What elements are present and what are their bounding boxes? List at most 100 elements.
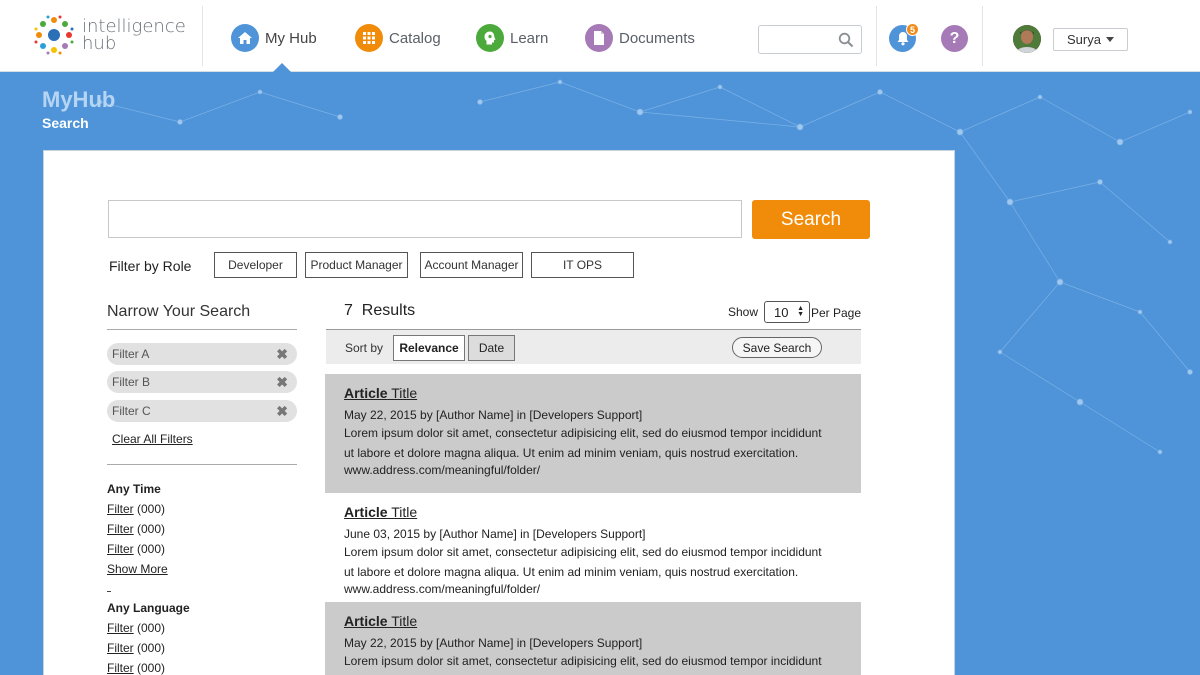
result-title-link[interactable]: Article Title	[344, 385, 417, 401]
user-menu-button[interactable]: Surya	[1053, 28, 1128, 51]
result-title-rest: Title	[387, 613, 418, 629]
top-header: intelligence hub My Hub Catalog Learn Do…	[0, 0, 1200, 72]
role-product-manager-button[interactable]: Product Manager	[305, 252, 408, 278]
nav-label: My Hub	[265, 29, 317, 47]
facet-count: (000)	[137, 522, 166, 536]
result-title-rest: Title	[387, 385, 418, 401]
per-page-label: Per Page	[811, 306, 862, 320]
brand-logo[interactable]: intelligence hub	[33, 14, 186, 56]
divider	[107, 464, 297, 465]
brand-name: intelligence hub	[82, 18, 186, 54]
user-photo-icon	[1013, 25, 1041, 53]
main-search-input[interactable]	[108, 200, 742, 238]
role-it-ops-button[interactable]: IT OPS	[531, 252, 634, 278]
active-filter-chip: Filter B ✖	[107, 371, 297, 393]
facet-item: Filter (000)	[107, 502, 165, 516]
facet-filter-link[interactable]: Filter	[107, 621, 134, 635]
search-icon[interactable]	[838, 32, 854, 48]
result-meta: June 03, 2015 by [Author Name] in [Devel…	[344, 527, 646, 541]
result-item: Article Title June 03, 2015 by [Author N…	[325, 493, 861, 612]
facet-count: (000)	[137, 641, 166, 655]
sort-by-label: Sort by	[345, 341, 384, 355]
stepper-arrows-icon: ▲ ▼	[797, 305, 804, 318]
divider	[876, 6, 877, 66]
home-icon	[231, 24, 259, 52]
divider	[107, 329, 297, 330]
facet-count: (000)	[137, 661, 166, 675]
result-snippet: Lorem ipsum dolor sit amet, consectetur …	[344, 654, 822, 668]
role-account-manager-button[interactable]: Account Manager	[420, 252, 523, 278]
result-title-link[interactable]: Article Title	[344, 613, 417, 629]
active-nav-indicator	[273, 63, 291, 72]
active-filter-chip: Filter A ✖	[107, 343, 297, 365]
close-icon[interactable]: ✖	[276, 403, 288, 420]
show-label: Show	[728, 305, 759, 319]
results-label: Results	[361, 302, 416, 319]
facet-item: Filter (000)	[107, 621, 165, 635]
close-icon[interactable]: ✖	[276, 374, 288, 391]
divider	[107, 591, 111, 592]
result-snippet: Lorem ipsum dolor sit amet, consectetur …	[344, 426, 822, 460]
nav-my-hub[interactable]: My Hub	[231, 24, 317, 52]
facet-count: (000)	[137, 502, 166, 516]
nav-label: Documents	[619, 29, 695, 47]
result-title-bold: Article	[344, 385, 388, 401]
facet-filter-link[interactable]: Filter	[107, 542, 134, 556]
grid-icon	[355, 24, 383, 52]
sort-relevance-button[interactable]: Relevance	[393, 335, 465, 361]
result-title-bold: Article	[344, 613, 388, 629]
filter-chip-label: Filter C	[112, 404, 151, 418]
divider	[982, 6, 983, 66]
header-search-input[interactable]	[765, 26, 841, 53]
result-title-link[interactable]: Article Title	[344, 504, 417, 520]
search-button[interactable]: Search	[752, 200, 870, 239]
facet-filter-link[interactable]: Filter	[107, 661, 134, 675]
facet-count: (000)	[137, 542, 166, 556]
facet-item: Filter (000)	[107, 522, 165, 536]
search-panel: Search Filter by Role Developer Product …	[43, 150, 955, 675]
result-meta: May 22, 2015 by [Author Name] in [Develo…	[344, 636, 643, 650]
active-filter-chip: Filter C ✖	[107, 400, 297, 422]
results-count: 7 Results	[344, 302, 415, 320]
sort-date-button[interactable]: Date	[468, 335, 515, 361]
notification-badge: 5	[906, 23, 919, 36]
nav-label: Learn	[510, 29, 549, 47]
results-number: 7	[344, 302, 353, 319]
show-more-link[interactable]: Show More	[107, 562, 168, 576]
per-page-value: 10	[774, 304, 789, 320]
divider	[202, 6, 203, 66]
result-snippet: Lorem ipsum dolor sit amet, consectetur …	[344, 545, 822, 579]
page-title: MyHub	[42, 87, 116, 112]
nav-label: Catalog	[389, 29, 441, 47]
brand-line-2: hub	[82, 33, 117, 54]
header-search	[758, 25, 862, 54]
sort-bar: Sort by Relevance Date Save Search	[326, 329, 861, 364]
user-name: Surya	[1067, 32, 1101, 47]
clear-all-filters-link[interactable]: Clear All Filters	[112, 432, 193, 446]
facet-filter-link[interactable]: Filter	[107, 502, 134, 516]
help-button[interactable]: ?	[941, 25, 968, 52]
result-title-bold: Article	[344, 504, 388, 520]
chevron-down-icon	[1105, 37, 1114, 42]
logo-icon	[34, 15, 74, 55]
facet-filter-link[interactable]: Filter	[107, 641, 134, 655]
role-developer-button[interactable]: Developer	[214, 252, 297, 278]
per-page-select[interactable]: 10 ▲ ▼	[764, 301, 810, 323]
facet-title-any-time: Any Time	[107, 482, 161, 496]
close-icon[interactable]: ✖	[276, 346, 288, 363]
nav-learn[interactable]: Learn	[476, 24, 548, 52]
nav-documents[interactable]: Documents	[585, 24, 695, 52]
avatar[interactable]	[1013, 25, 1041, 53]
filter-chip-label: Filter A	[112, 347, 150, 361]
save-search-button[interactable]: Save Search	[732, 337, 822, 358]
facet-item: Filter (000)	[107, 641, 165, 655]
narrow-search-title: Narrow Your Search	[107, 303, 251, 320]
result-url: www.address.com/meaningful/folder/	[344, 463, 541, 477]
facet-count: (000)	[137, 621, 166, 635]
filter-by-role-label: Filter by Role	[109, 258, 192, 274]
document-icon	[585, 24, 613, 52]
facet-filter-link[interactable]: Filter	[107, 522, 134, 536]
nav-catalog[interactable]: Catalog	[355, 24, 441, 52]
result-meta: May 22, 2015 by [Author Name] in [Develo…	[344, 408, 643, 422]
facet-title-any-language: Any Language	[107, 601, 190, 615]
